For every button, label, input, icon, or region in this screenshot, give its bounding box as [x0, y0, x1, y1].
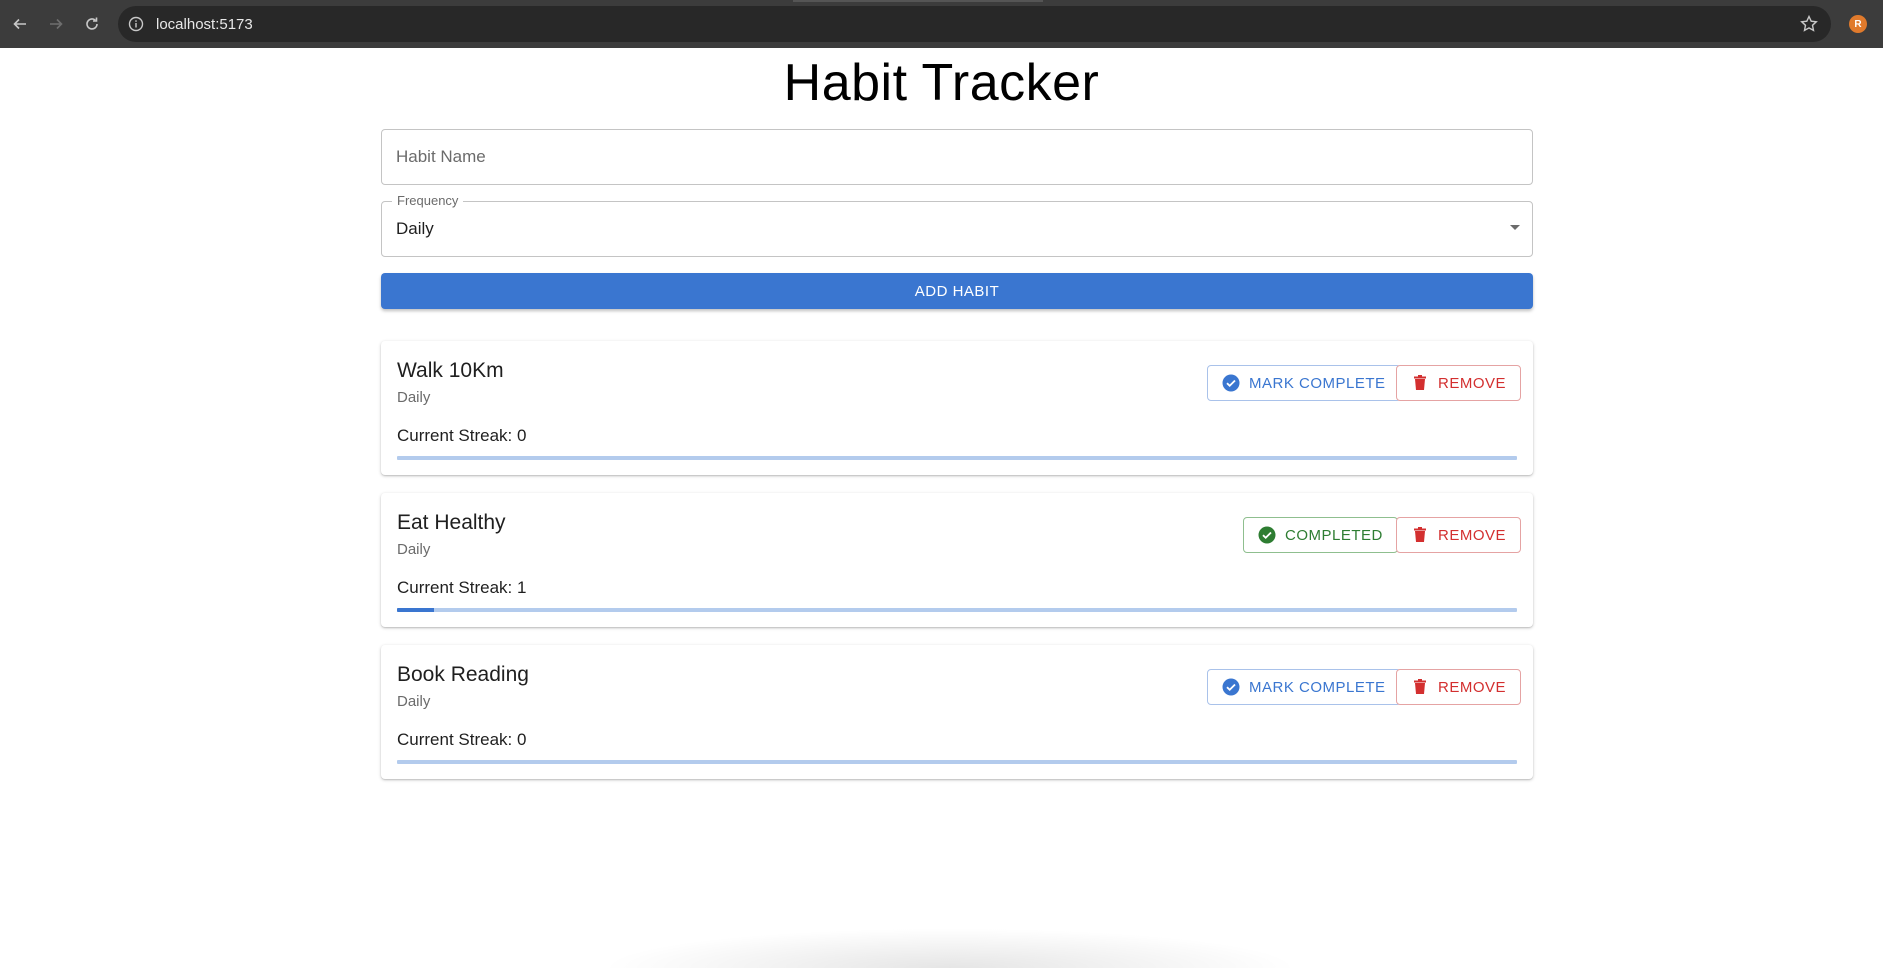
page: Habit Tracker Frequency Daily ADD HABIT …: [0, 48, 1883, 968]
mark-complete-label: MARK COMPLETE: [1249, 678, 1386, 696]
address-bar[interactable]: localhost:5173: [118, 6, 1831, 42]
remove-label: REMOVE: [1438, 374, 1507, 392]
habit-streak: Current Streak: 0: [397, 730, 527, 749]
habit-streak: Current Streak: 1: [397, 578, 527, 597]
completed-label: COMPLETED: [1285, 526, 1383, 544]
mark-complete-button[interactable]: MARK COMPLETE: [1207, 669, 1401, 705]
habit-frequency: Daily: [397, 541, 431, 558]
frequency-label: Frequency: [392, 193, 464, 208]
trash-icon: [1414, 679, 1426, 694]
forward-button[interactable]: [38, 6, 74, 42]
remove-button[interactable]: REMOVE: [1396, 517, 1522, 553]
back-button[interactable]: [2, 6, 38, 42]
habit-card: Book Reading Daily Current Streak: 0 MAR…: [381, 645, 1533, 779]
remove-button[interactable]: REMOVE: [1396, 669, 1522, 705]
info-icon[interactable]: [126, 14, 146, 34]
mark-complete-button[interactable]: MARK COMPLETE: [1207, 365, 1401, 401]
habit-streak: Current Streak: 0: [397, 426, 527, 445]
streak-progress-bar: [397, 760, 1517, 764]
add-habit-button[interactable]: ADD HABIT: [381, 273, 1533, 309]
trash-icon: [1414, 375, 1426, 390]
arrow-left-icon: [13, 18, 26, 30]
habit-name: Eat Healthy: [397, 511, 506, 534]
remove-label: REMOVE: [1438, 526, 1507, 544]
reload-icon: [86, 17, 98, 30]
habit-card: Eat Healthy Daily Current Streak: 1 COMP…: [381, 493, 1533, 627]
bottom-shadow: [600, 928, 1300, 968]
url-text[interactable]: localhost:5173: [156, 16, 253, 33]
nav-buttons: [2, 6, 110, 42]
check-circle-icon: [1222, 678, 1240, 696]
habit-card: Walk 10Km Daily Current Streak: 0 MARK C…: [381, 341, 1533, 475]
check-circle-icon: [1258, 526, 1276, 544]
habit-name-input[interactable]: [381, 129, 1533, 185]
streak-progress-bar: [397, 456, 1517, 460]
reload-button[interactable]: [74, 6, 110, 42]
check-circle-icon: [1222, 374, 1240, 392]
trash-icon: [1414, 527, 1426, 542]
habit-name: Book Reading: [397, 663, 529, 686]
dropdown-arrow-icon: [1510, 225, 1520, 230]
frequency-value: Daily: [396, 219, 434, 238]
star-icon[interactable]: [1799, 14, 1819, 34]
habit-name: Walk 10Km: [397, 359, 504, 382]
completed-button[interactable]: COMPLETED: [1243, 517, 1398, 553]
remove-label: REMOVE: [1438, 678, 1507, 696]
page-title: Habit Tracker: [783, 54, 1100, 112]
profile-avatar[interactable]: R: [1849, 15, 1867, 33]
tab-strip-indicator: [793, 0, 1043, 2]
frequency-select[interactable]: Frequency Daily: [381, 193, 1533, 257]
streak-progress-bar: [397, 608, 1517, 612]
arrow-right-icon: [50, 18, 63, 30]
remove-button[interactable]: REMOVE: [1396, 365, 1522, 401]
habit-frequency: Daily: [397, 389, 431, 406]
mark-complete-label: MARK COMPLETE: [1249, 374, 1386, 392]
streak-progress-fill: [397, 608, 434, 612]
habit-frequency: Daily: [397, 693, 431, 710]
browser-toolbar: localhost:5173 R: [0, 0, 1883, 48]
